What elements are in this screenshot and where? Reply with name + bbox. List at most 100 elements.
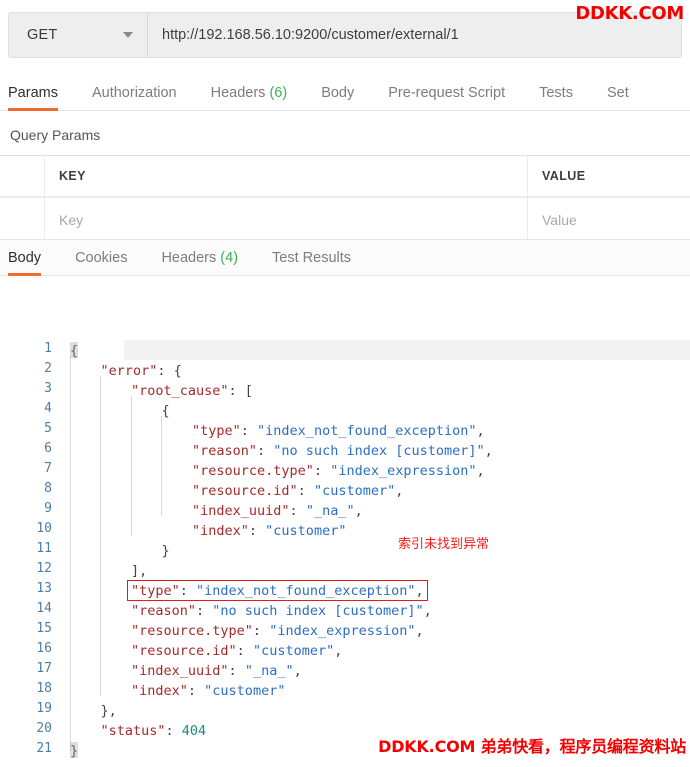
code-line: "resource.id": "customer", [62, 481, 403, 501]
tab-pre-request-script-label: Pre-request Script [388, 85, 506, 101]
line-number: 6 [44, 441, 52, 456]
code-token: "index_expression" [330, 463, 477, 479]
tab-settings[interactable]: Set [590, 85, 646, 110]
tab-authorization[interactable]: Authorization [75, 85, 194, 110]
http-method-dropdown[interactable]: GET [8, 12, 148, 58]
line-number: 17 [36, 661, 52, 676]
line-number: 15 [36, 621, 52, 636]
tab-settings-label: Set [606, 85, 629, 101]
line-number: 20 [36, 721, 52, 736]
select-all-checkbox-cell[interactable] [0, 156, 45, 196]
code-line: "index": "customer" [62, 521, 346, 541]
line-number: 2 [44, 361, 52, 376]
tab-headers[interactable]: Headers (6) [194, 85, 305, 110]
param-value-input[interactable]: Value [528, 198, 690, 241]
code-token: : [297, 483, 314, 499]
line-number: 8 [44, 481, 52, 496]
code-token: "resource.type" [131, 623, 253, 639]
code-token: "_na_" [244, 663, 294, 679]
postman-window: GET http://192.168.56.10:9200/customer/e… [0, 0, 690, 767]
code-token: : [187, 683, 205, 699]
tab-params[interactable]: Params [0, 85, 75, 111]
param-key-input[interactable]: Key [45, 198, 528, 241]
code-line: "reason": "no such index [customer]", [62, 441, 493, 461]
code-token: : [196, 603, 213, 619]
code-token: "index_not_found_exception" [257, 423, 477, 439]
http-method-label: GET [27, 27, 58, 43]
indent-guide [161, 416, 162, 516]
code-token: , [484, 443, 493, 459]
row-checkbox-cell[interactable] [0, 198, 45, 241]
code-line: "root_cause": [ [62, 381, 253, 401]
response-tab-test-results[interactable]: Test Results [255, 250, 368, 275]
tab-params-label: Params [8, 85, 58, 101]
active-line-highlight [124, 340, 690, 360]
code-token: "no such index [customer]" [273, 443, 485, 459]
code-token: }, [100, 703, 117, 719]
line-number: 3 [44, 381, 52, 396]
response-tab-headers-count: (4) [220, 250, 239, 266]
code-line: "index_uuid": "_na_", [62, 661, 302, 681]
response-tab-body[interactable]: Body [0, 250, 58, 276]
table-header-row: KEY VALUE [0, 155, 690, 197]
request-tab-bar: Params Authorization Headers (6) Body Pr… [0, 75, 690, 111]
tab-body-label: Body [321, 85, 355, 101]
request-url-value: http://192.168.56.10:9200/customer/exter… [162, 27, 459, 43]
code-token: : [228, 663, 245, 679]
response-tab-headers[interactable]: Headers (4) [144, 250, 255, 275]
indent-guide [100, 376, 101, 696]
code-line: "reason": "no such index [customer]", [62, 601, 432, 621]
response-body-viewer[interactable]: 1 2 3 4 5 6 7 8 9 10 11 12 13 14 15 16 17 18 19 20 21 {"erro… [0, 340, 690, 767]
code-token: "resource.type" [192, 463, 314, 479]
code-line: "error": { [62, 361, 182, 381]
code-token: "resource.id" [192, 483, 298, 499]
code-gutter: 1 2 3 4 5 6 7 8 9 10 11 12 13 14 15 16 17 18 19 20 21 [0, 340, 62, 767]
code-token: , [395, 483, 404, 499]
tab-tests-label: Tests [539, 85, 573, 101]
code-token: : { [157, 363, 182, 379]
code-token: "resource.id" [131, 643, 237, 659]
response-tab-test-results-label: Test Results [272, 250, 352, 266]
line-number: 4 [44, 401, 52, 416]
query-params-title: Query Params [10, 127, 101, 143]
code-line: "resource.type": "index_expression", [62, 621, 424, 641]
code-token: "_na_" [305, 503, 355, 519]
line-number: 21 [36, 741, 52, 756]
code-token: : [257, 443, 274, 459]
tab-body[interactable]: Body [304, 85, 371, 110]
code-token: "customer" [252, 643, 335, 659]
code-token: "error" [100, 363, 158, 379]
code-token: { [161, 403, 170, 419]
response-tab-body-label: Body [8, 250, 42, 266]
annotation-index-not-found: 索引未找到异常 [398, 537, 490, 552]
response-tab-bar: Body Cookies Headers (4) Test Results [0, 240, 690, 276]
code-token: , [476, 423, 485, 439]
code-token: : [165, 723, 182, 739]
code-token: : [313, 463, 331, 479]
code-token: 404 [181, 723, 207, 739]
code-token: "index_uuid" [192, 503, 290, 519]
response-tab-cookies[interactable]: Cookies [58, 250, 144, 275]
code-content[interactable]: {"error": {"root_cause": [{"type": "inde… [62, 340, 690, 767]
line-number: 19 [36, 701, 52, 716]
tab-authorization-label: Authorization [91, 85, 177, 101]
code-token: } [161, 543, 170, 559]
code-token: "index_uuid" [131, 663, 229, 679]
code-token: , [293, 663, 302, 679]
code-token: : [252, 623, 270, 639]
code-token: "root_cause" [131, 383, 229, 399]
code-line: "resource.type": "index_expression", [62, 461, 485, 481]
tab-tests[interactable]: Tests [522, 85, 590, 110]
tab-pre-request-script[interactable]: Pre-request Script [371, 85, 522, 110]
column-header-key: KEY [45, 156, 528, 196]
code-token: "reason" [192, 443, 258, 459]
line-number: 10 [36, 521, 52, 536]
line-number: 1 [44, 341, 52, 356]
code-token: : [289, 503, 306, 519]
code-line: } [62, 541, 170, 561]
text-caret [70, 342, 78, 358]
code-token: : [248, 523, 266, 539]
code-token: "index" [131, 683, 188, 699]
watermark-top-right: DDKK.COM [575, 3, 684, 24]
watermark-bottom-right: DDKK.COM 弟弟快看，程序员编程资料站 [378, 737, 686, 756]
